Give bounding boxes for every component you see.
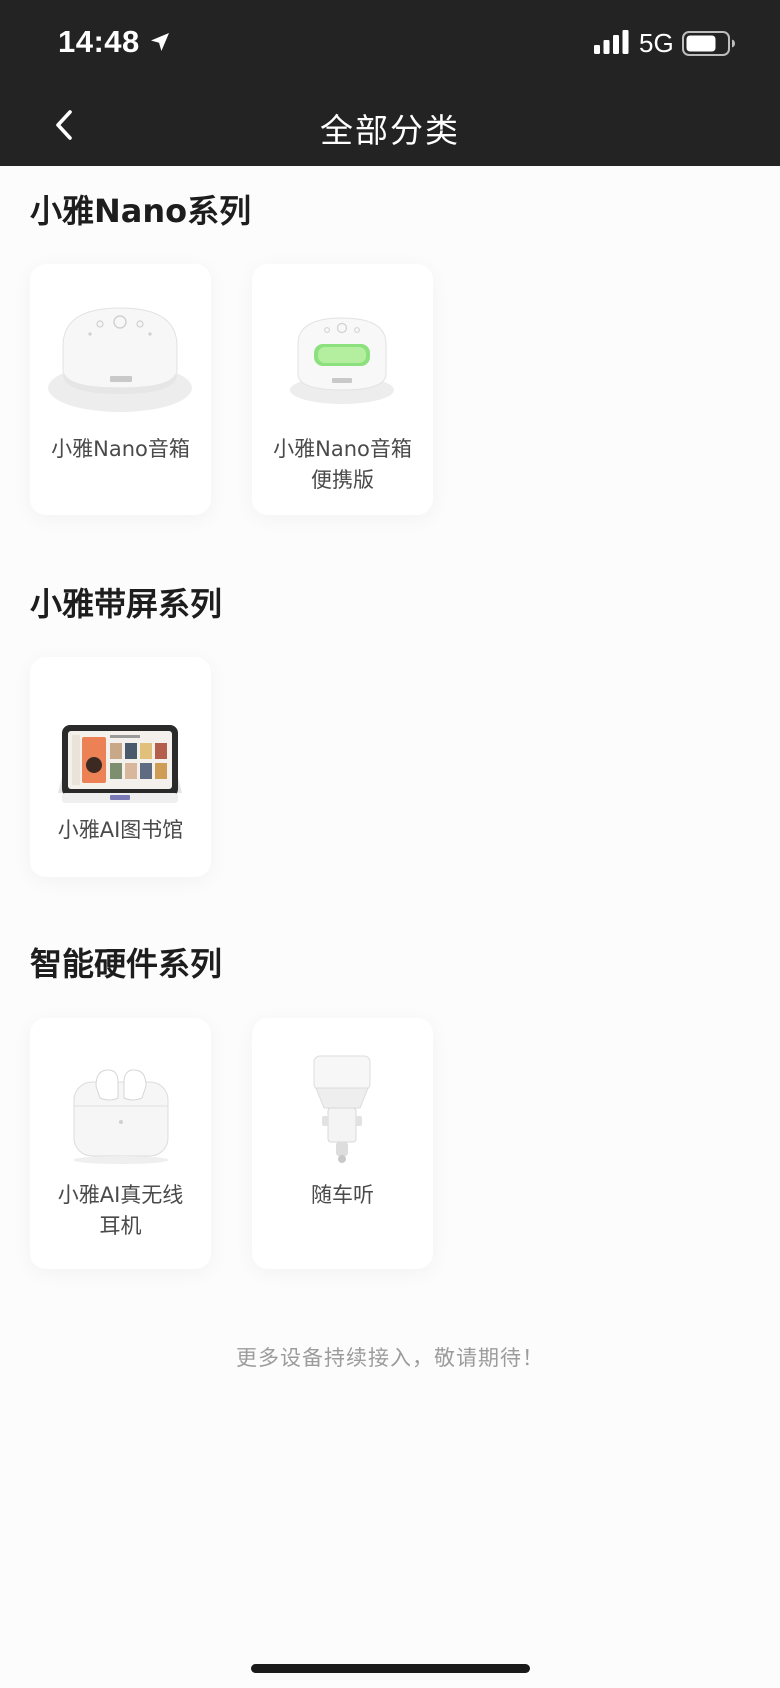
product-label: 小雅Nano音箱 便携版 xyxy=(258,434,427,496)
signal-bars-icon xyxy=(594,30,629,54)
product-label-line: 小雅Nano音箱 xyxy=(51,437,190,461)
page-title: 全部分类 xyxy=(320,111,460,150)
status-time: 14:48 xyxy=(58,24,140,59)
nano-portable-speaker-image xyxy=(290,317,394,404)
battery-icon xyxy=(682,31,735,56)
product-card-ai-library[interactable]: 小雅AI图书馆 xyxy=(30,657,211,877)
category-page: 14:48 5G 全部分类 小雅Nano系列 小雅Nano音箱 小雅Nano音箱… xyxy=(0,0,780,1688)
product-label-line: 小雅AI图书馆 xyxy=(57,818,184,842)
car-charger-image xyxy=(313,1055,371,1163)
product-card-wireless-earbuds[interactable]: 小雅AI真无线 耳机 xyxy=(30,1018,211,1269)
product-label-line: 耳机 xyxy=(99,1214,142,1238)
product-card-nano-speaker[interactable]: 小雅Nano音箱 xyxy=(30,264,211,515)
footer-note: 更多设备持续接入，敬请期待！ xyxy=(236,1346,544,1370)
status-bar: 14:48 5G xyxy=(0,0,780,90)
section-title-nano: 小雅Nano系列 xyxy=(30,192,252,230)
location-arrow-icon xyxy=(151,33,169,51)
section-title-hardware: 智能硬件系列 xyxy=(30,945,223,983)
nano-speaker-image xyxy=(48,307,192,412)
product-label: 小雅Nano音箱 xyxy=(36,434,205,465)
product-label: 随车听 xyxy=(258,1180,427,1211)
product-label: 小雅AI真无线 耳机 xyxy=(36,1180,205,1242)
product-label-line: 小雅AI真无线 xyxy=(57,1183,184,1207)
header: 14:48 5G 全部分类 xyxy=(0,0,780,166)
product-label: 小雅AI图书馆 xyxy=(36,815,205,846)
product-card-nano-portable[interactable]: 小雅Nano音箱 便携版 xyxy=(252,264,433,515)
section-title-screen: 小雅带屏系列 xyxy=(30,585,223,623)
product-label-line: 便携版 xyxy=(311,468,374,492)
network-type: 5G xyxy=(639,28,674,58)
product-label-line: 随车听 xyxy=(311,1183,374,1207)
ai-library-screen-image xyxy=(58,725,182,803)
wireless-earbuds-image xyxy=(73,1069,169,1164)
product-label-line: 小雅Nano音箱 xyxy=(273,437,412,461)
product-card-car-charger[interactable]: 随车听 xyxy=(252,1018,433,1269)
home-indicator[interactable] xyxy=(251,1664,530,1673)
